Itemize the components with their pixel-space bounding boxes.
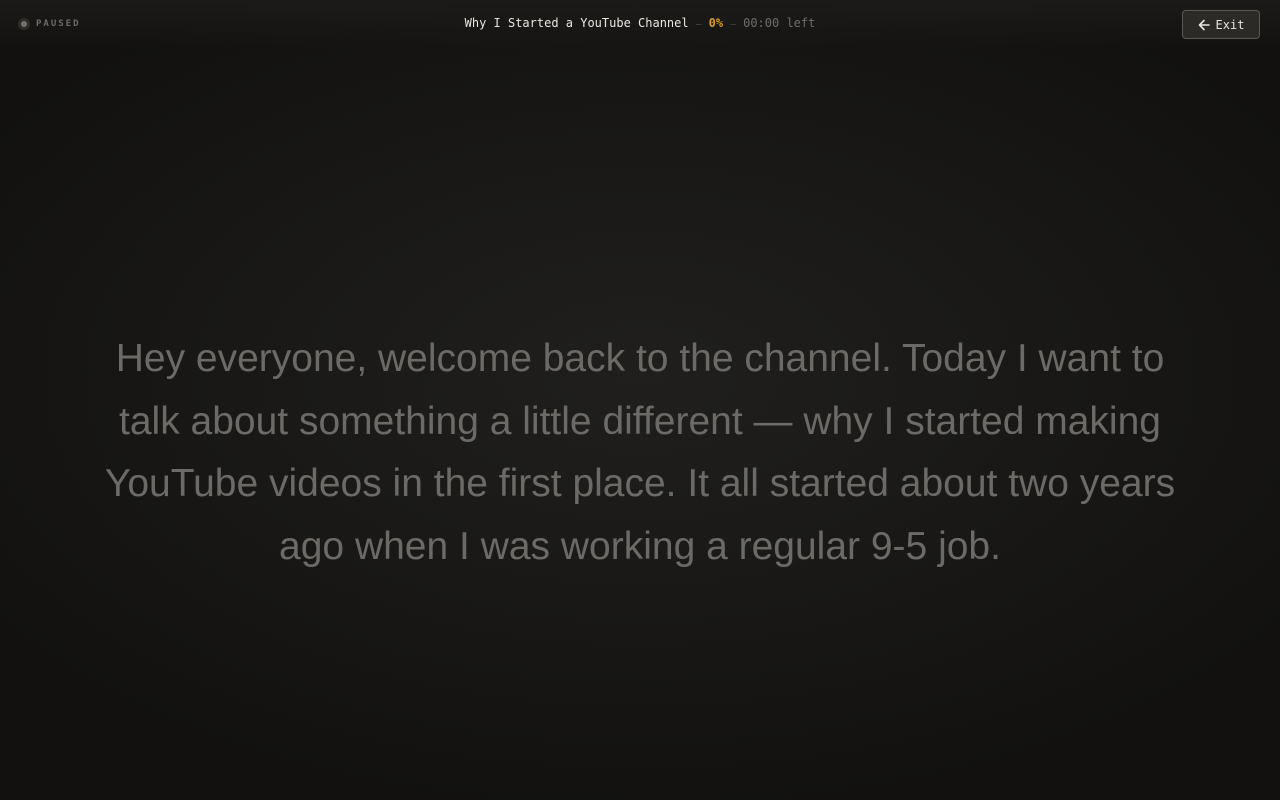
exit-button[interactable]: Exit xyxy=(1182,10,1260,39)
progress-percent: 0% xyxy=(708,16,724,30)
arrow-left-icon xyxy=(1198,19,1210,30)
separator: — xyxy=(730,19,737,30)
top-bar: PAUSED Why I Started a YouTube Channel —0… xyxy=(0,0,1280,48)
teleprompter-text: Hey everyone, welcome back to the channe… xyxy=(104,337,1176,568)
time-left: 00:00 left xyxy=(743,16,816,30)
separator: — xyxy=(695,19,702,30)
exit-label: Exit xyxy=(1215,17,1245,32)
script-info: Why I Started a YouTube Channel — 0% — 00:00… xyxy=(0,15,1280,33)
script-title: Why I Started a YouTube Channel xyxy=(464,16,689,30)
